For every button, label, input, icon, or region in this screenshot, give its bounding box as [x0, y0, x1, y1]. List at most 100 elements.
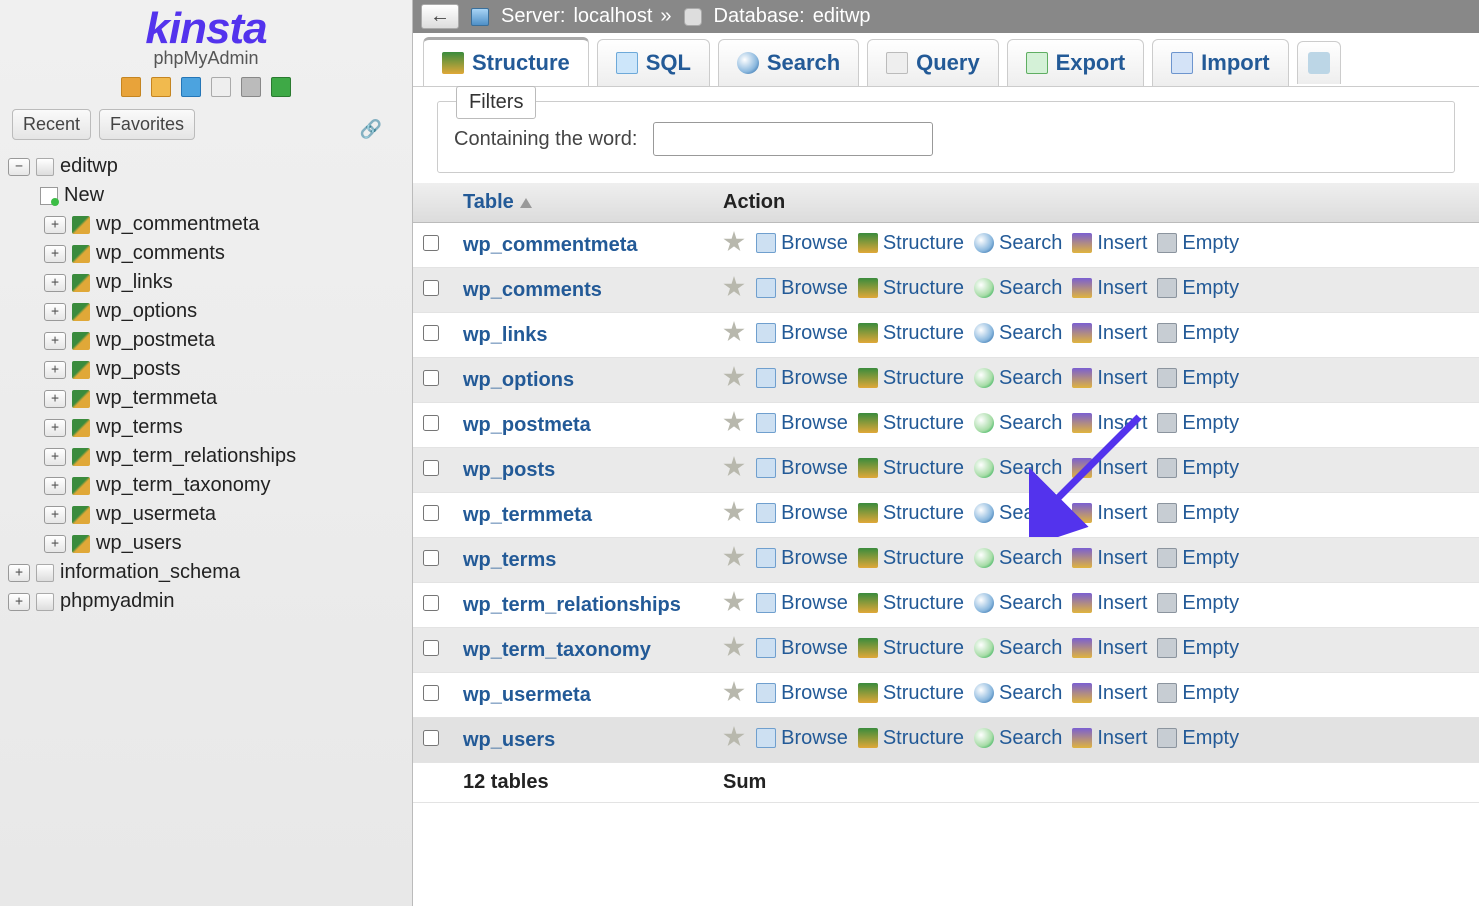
favorite-star-icon[interactable] [723, 411, 745, 433]
search-action[interactable]: Search [974, 592, 1062, 615]
expand-icon[interactable]: + [44, 477, 66, 495]
insert-action[interactable]: Insert [1072, 637, 1147, 660]
expand-icon[interactable]: + [8, 593, 30, 611]
tree-table-wp_terms[interactable]: +wp_terms [6, 413, 406, 442]
insert-action[interactable]: Insert [1072, 367, 1147, 390]
browse-action[interactable]: Browse [756, 412, 848, 435]
expand-icon[interactable]: + [44, 419, 66, 437]
insert-action[interactable]: Insert [1072, 457, 1147, 480]
empty-action[interactable]: Empty [1157, 367, 1239, 390]
structure-action[interactable]: Structure [858, 637, 964, 660]
table-name-link[interactable]: wp_options [463, 369, 574, 391]
search-action[interactable]: Search [974, 502, 1062, 525]
tab-sql[interactable]: SQL [597, 39, 710, 86]
filters-input[interactable] [653, 122, 933, 156]
logout-icon[interactable] [151, 77, 171, 97]
favorite-star-icon[interactable] [723, 636, 745, 658]
back-button[interactable]: ← [421, 4, 459, 29]
tab-recent[interactable]: Recent [12, 109, 91, 140]
tree-table-wp_users[interactable]: +wp_users [6, 529, 406, 558]
tree-table-wp_links[interactable]: +wp_links [6, 268, 406, 297]
insert-action[interactable]: Insert [1072, 682, 1147, 705]
empty-action[interactable]: Empty [1157, 322, 1239, 345]
tree-table-wp_options[interactable]: +wp_options [6, 297, 406, 326]
insert-action[interactable]: Insert [1072, 727, 1147, 750]
settings-icon[interactable] [241, 77, 261, 97]
row-checkbox[interactable] [423, 415, 439, 431]
tree-table-wp_comments[interactable]: +wp_comments [6, 239, 406, 268]
search-action[interactable]: Search [974, 457, 1062, 480]
browse-action[interactable]: Browse [756, 502, 848, 525]
browse-action[interactable]: Browse [756, 277, 848, 300]
insert-action[interactable]: Insert [1072, 412, 1147, 435]
row-checkbox[interactable] [423, 460, 439, 476]
favorite-star-icon[interactable] [723, 726, 745, 748]
server-name[interactable]: localhost [573, 5, 652, 28]
browse-action[interactable]: Browse [756, 637, 848, 660]
search-action[interactable]: Search [974, 412, 1062, 435]
favorite-star-icon[interactable] [723, 546, 745, 568]
table-name-link[interactable]: wp_links [463, 324, 547, 346]
search-action[interactable]: Search [974, 547, 1062, 570]
structure-action[interactable]: Structure [858, 367, 964, 390]
favorite-star-icon[interactable] [723, 591, 745, 613]
table-name-link[interactable]: wp_posts [463, 459, 555, 481]
help-icon[interactable] [181, 77, 201, 97]
search-action[interactable]: Search [974, 277, 1062, 300]
browse-action[interactable]: Browse [756, 592, 848, 615]
expand-icon[interactable]: + [44, 274, 66, 292]
favorite-star-icon[interactable] [723, 231, 745, 253]
favorite-star-icon[interactable] [723, 456, 745, 478]
expand-icon[interactable]: + [44, 245, 66, 263]
row-checkbox[interactable] [423, 325, 439, 341]
structure-action[interactable]: Structure [858, 277, 964, 300]
expand-icon[interactable]: + [44, 361, 66, 379]
empty-action[interactable]: Empty [1157, 277, 1239, 300]
db-name[interactable]: editwp [813, 5, 871, 28]
structure-action[interactable]: Structure [858, 457, 964, 480]
table-name-link[interactable]: wp_terms [463, 549, 556, 571]
browse-action[interactable]: Browse [756, 322, 848, 345]
tab-favorites[interactable]: Favorites [99, 109, 195, 140]
empty-action[interactable]: Empty [1157, 412, 1239, 435]
row-checkbox[interactable] [423, 235, 439, 251]
browse-action[interactable]: Browse [756, 367, 848, 390]
insert-action[interactable]: Insert [1072, 277, 1147, 300]
browse-action[interactable]: Browse [756, 727, 848, 750]
expand-icon[interactable]: + [44, 390, 66, 408]
expand-icon[interactable]: + [44, 535, 66, 553]
table-name-link[interactable]: wp_postmeta [463, 414, 591, 436]
tab-structure[interactable]: Structure [423, 37, 589, 86]
insert-action[interactable]: Insert [1072, 232, 1147, 255]
tree-table-wp_commentmeta[interactable]: +wp_commentmeta [6, 210, 406, 239]
tab-import[interactable]: Import [1152, 39, 1288, 86]
browse-action[interactable]: Browse [756, 547, 848, 570]
search-action[interactable]: Search [974, 322, 1062, 345]
favorite-star-icon[interactable] [723, 366, 745, 388]
search-action[interactable]: Search [974, 682, 1062, 705]
search-action[interactable]: Search [974, 637, 1062, 660]
table-name-link[interactable]: wp_usermeta [463, 684, 591, 706]
table-name-link[interactable]: wp_commentmeta [463, 234, 638, 256]
empty-action[interactable]: Empty [1157, 682, 1239, 705]
tree-table-wp_term_taxonomy[interactable]: +wp_term_taxonomy [6, 471, 406, 500]
row-checkbox[interactable] [423, 505, 439, 521]
insert-action[interactable]: Insert [1072, 592, 1147, 615]
tab-operations[interactable] [1297, 41, 1341, 84]
structure-action[interactable]: Structure [858, 547, 964, 570]
col-table-header[interactable]: Table [453, 183, 713, 223]
search-action[interactable]: Search [974, 232, 1062, 255]
expand-icon[interactable]: + [44, 506, 66, 524]
table-name-link[interactable]: wp_term_taxonomy [463, 639, 651, 661]
expand-icon[interactable]: + [44, 216, 66, 234]
empty-action[interactable]: Empty [1157, 232, 1239, 255]
row-checkbox[interactable] [423, 550, 439, 566]
favorite-star-icon[interactable] [723, 276, 745, 298]
empty-action[interactable]: Empty [1157, 637, 1239, 660]
tab-export[interactable]: Export [1007, 39, 1145, 86]
structure-action[interactable]: Structure [858, 727, 964, 750]
row-checkbox[interactable] [423, 685, 439, 701]
search-action[interactable]: Search [974, 367, 1062, 390]
home-icon[interactable] [121, 77, 141, 97]
tree-db-editwp[interactable]: −editwp [6, 152, 406, 181]
